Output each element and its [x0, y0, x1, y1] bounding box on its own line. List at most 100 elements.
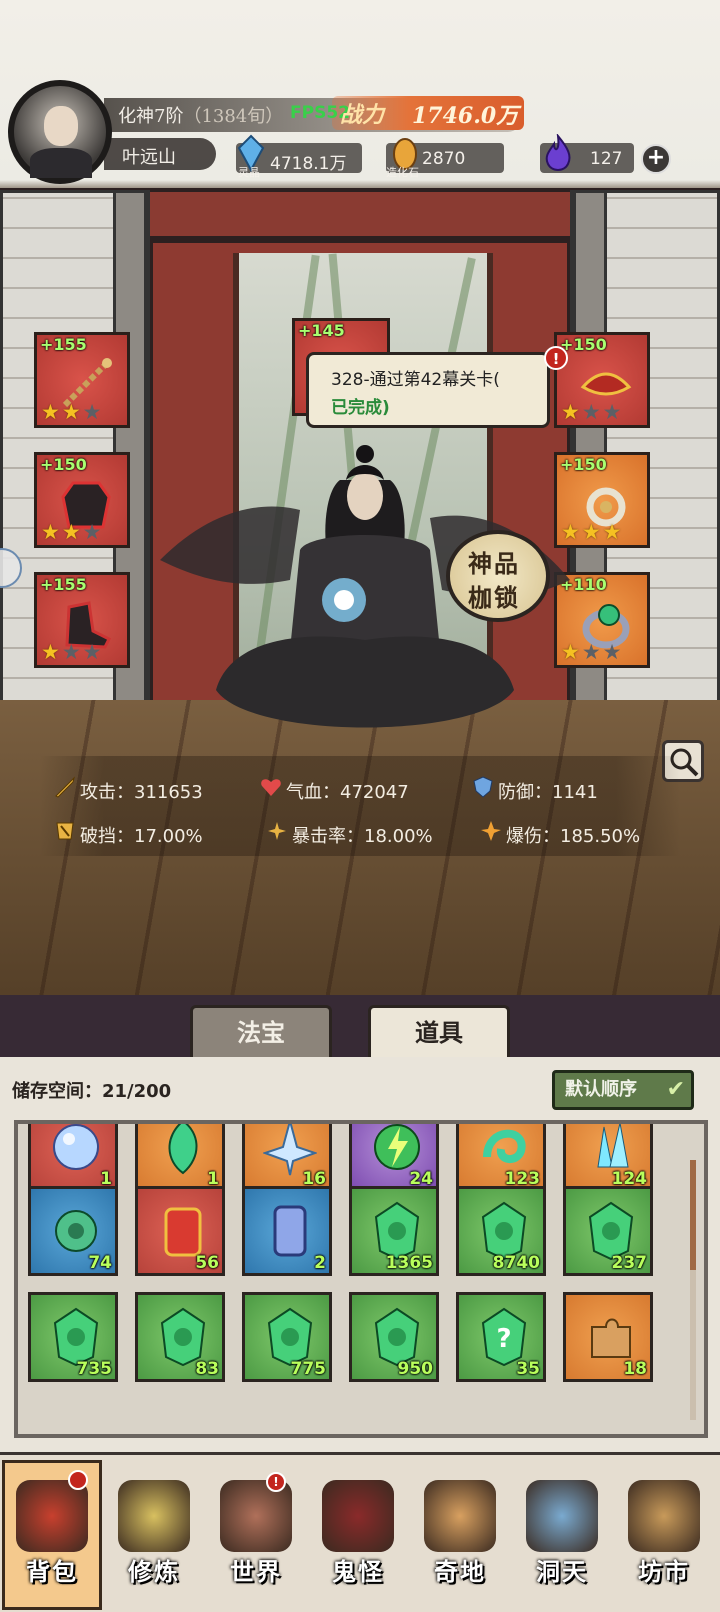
inventory-item[interactable]: 735 — [28, 1292, 118, 1382]
nav-label: 世界 — [230, 1557, 282, 1586]
nav-backpack[interactable]: 背包 — [2, 1460, 102, 1610]
market-icon — [628, 1480, 700, 1552]
inventory-item[interactable]: 18 — [563, 1292, 653, 1382]
chevron-down-icon: ✔ — [666, 1077, 685, 1102]
inventory-item[interactable]: ? 35 — [456, 1292, 546, 1382]
jade-dragon-icon — [55, 1210, 97, 1252]
inventory-item[interactable]: 16 — [242, 1124, 332, 1192]
equip-slot-weapon[interactable]: +155 ★★★ — [34, 332, 130, 428]
equip-slot-boots[interactable]: +155 ★★★ — [34, 572, 130, 668]
equip-slot-armor[interactable]: +150 ★★★ — [34, 452, 130, 548]
green-gem-icon — [160, 1307, 206, 1367]
star-rating: ★★★ — [41, 400, 104, 424]
talisman-icon — [164, 1207, 202, 1257]
item-count: 735 — [76, 1359, 113, 1379]
resource-spirit-flame-value: 127 — [590, 149, 623, 169]
scrollbar-thumb[interactable] — [690, 1160, 696, 1270]
stat-crit-damage: 爆伤：185.50% — [506, 826, 641, 847]
inventory-item[interactable]: 123 — [456, 1124, 546, 1192]
quest-status: 已完成) — [331, 398, 390, 418]
stat-hp: 气血：472047 — [286, 782, 409, 803]
star-rating: ★★★ — [41, 640, 104, 664]
monster-egg-icon — [322, 1480, 394, 1552]
item-count: 35 — [516, 1359, 540, 1379]
nav-alert-icon: ! — [266, 1472, 286, 1492]
item-count: 2 — [314, 1253, 326, 1273]
divine-shackle-badge[interactable]: 神品 枷锁 — [446, 530, 550, 622]
inventory-item[interactable]: 24 — [349, 1124, 439, 1192]
storage-capacity: 储存空间：21/200 — [12, 1081, 172, 1102]
item-count: 237 — [611, 1253, 648, 1273]
inventory-grid: 1 1 16 24 123 124 74 56 2 1365 8740 237 735 83 775 950?… — [14, 1120, 708, 1438]
tab-treasure[interactable]: 法宝 — [190, 1005, 332, 1059]
inventory-item[interactable]: 56 — [135, 1186, 225, 1276]
green-gem-icon — [481, 1201, 527, 1261]
nav-label: 鬼怪 — [332, 1557, 384, 1586]
inventory-item[interactable]: 1 — [135, 1124, 225, 1192]
resource-lingjing-value: 4718.1万 — [270, 154, 347, 174]
item-count: 1365 — [385, 1253, 433, 1273]
mountain-icon — [424, 1480, 496, 1552]
inventory-item[interactable]: 1365 — [349, 1186, 439, 1276]
nav-label: 坊市 — [638, 1557, 690, 1586]
nav-label: 洞天 — [536, 1557, 588, 1586]
portal-icon — [526, 1480, 598, 1552]
jade-spirit-icon — [168, 1124, 198, 1175]
power-label: 战力 — [340, 102, 385, 128]
inventory-item[interactable]: 83 — [135, 1292, 225, 1382]
nav-monster-egg[interactable]: 鬼怪 — [308, 1460, 408, 1610]
star-rating: ★★★ — [41, 520, 104, 544]
inventory-item[interactable]: 1 — [28, 1124, 118, 1192]
nav-scroll-map[interactable]: 世界! — [206, 1460, 306, 1610]
nav-lotus[interactable]: 修炼 — [104, 1460, 204, 1610]
inventory-item[interactable]: 74 — [28, 1186, 118, 1276]
crit-damage-icon — [481, 821, 501, 841]
heart-icon — [261, 779, 281, 796]
backpack-icon — [16, 1480, 88, 1552]
quest-alert-icon: ! — [544, 346, 568, 370]
nav-label: 背包 — [26, 1557, 78, 1586]
player-name: 叶远山 — [122, 147, 176, 168]
sort-dropdown[interactable]: 默认顺序 ✔ — [552, 1070, 694, 1110]
add-resource-button[interactable]: + — [641, 144, 671, 174]
scroll-map-icon — [220, 1480, 292, 1552]
quest-text: 328-通过第42幕关卡( — [331, 370, 500, 390]
nav-mountain[interactable]: 奇地 — [410, 1460, 510, 1610]
inventory-item[interactable]: 775 — [242, 1292, 332, 1382]
resource-zaohuashi-value: 2870 — [422, 149, 466, 169]
star-rating: ★★★ — [561, 400, 624, 424]
green-gem-icon — [53, 1307, 99, 1367]
realm-level: 化神7阶（1384旬） — [118, 106, 284, 127]
inventory-item[interactable]: 950 — [349, 1292, 439, 1382]
nav-market[interactable]: 坊市 — [614, 1460, 714, 1610]
nav-portal[interactable]: 洞天 — [512, 1460, 612, 1610]
inventory-item[interactable]: 2 — [242, 1186, 332, 1276]
inventory-item[interactable]: 237 — [563, 1186, 653, 1276]
quest-tracker[interactable]: 328-通过第42幕关卡( 已完成) — [306, 352, 550, 428]
age-text: （1384旬） — [183, 106, 284, 127]
nav-label: 奇地 — [434, 1557, 486, 1586]
green-gem-icon — [267, 1307, 313, 1367]
item-count: 56 — [195, 1253, 219, 1273]
item-count: 8740 — [492, 1253, 540, 1273]
inventory-item[interactable]: 124 — [563, 1124, 653, 1192]
tab-items[interactable]: 道具 — [368, 1005, 510, 1059]
svg-text:?: ? — [496, 1324, 511, 1354]
puzzle-piece-icon — [591, 1318, 631, 1358]
stat-defense: 防御：1141 — [498, 782, 598, 803]
sword-icon — [55, 776, 75, 798]
mystery-gem-icon: ? — [481, 1307, 527, 1367]
stat-attack: 攻击：311653 — [80, 782, 203, 803]
item-count: 83 — [195, 1359, 219, 1379]
item-count: 775 — [290, 1359, 327, 1379]
equip-slot-headband[interactable]: +150 ★★★ — [554, 332, 650, 428]
power-value: 1746.0万 — [412, 103, 519, 129]
item-count: 18 — [623, 1359, 647, 1379]
break-icon — [56, 822, 74, 840]
crit-icon — [268, 822, 286, 840]
player-avatar[interactable] — [8, 80, 112, 184]
green-gem-icon — [374, 1307, 420, 1367]
item-count: 950 — [397, 1359, 434, 1379]
lotus-icon — [118, 1480, 190, 1552]
inventory-item[interactable]: 8740 — [456, 1186, 546, 1276]
